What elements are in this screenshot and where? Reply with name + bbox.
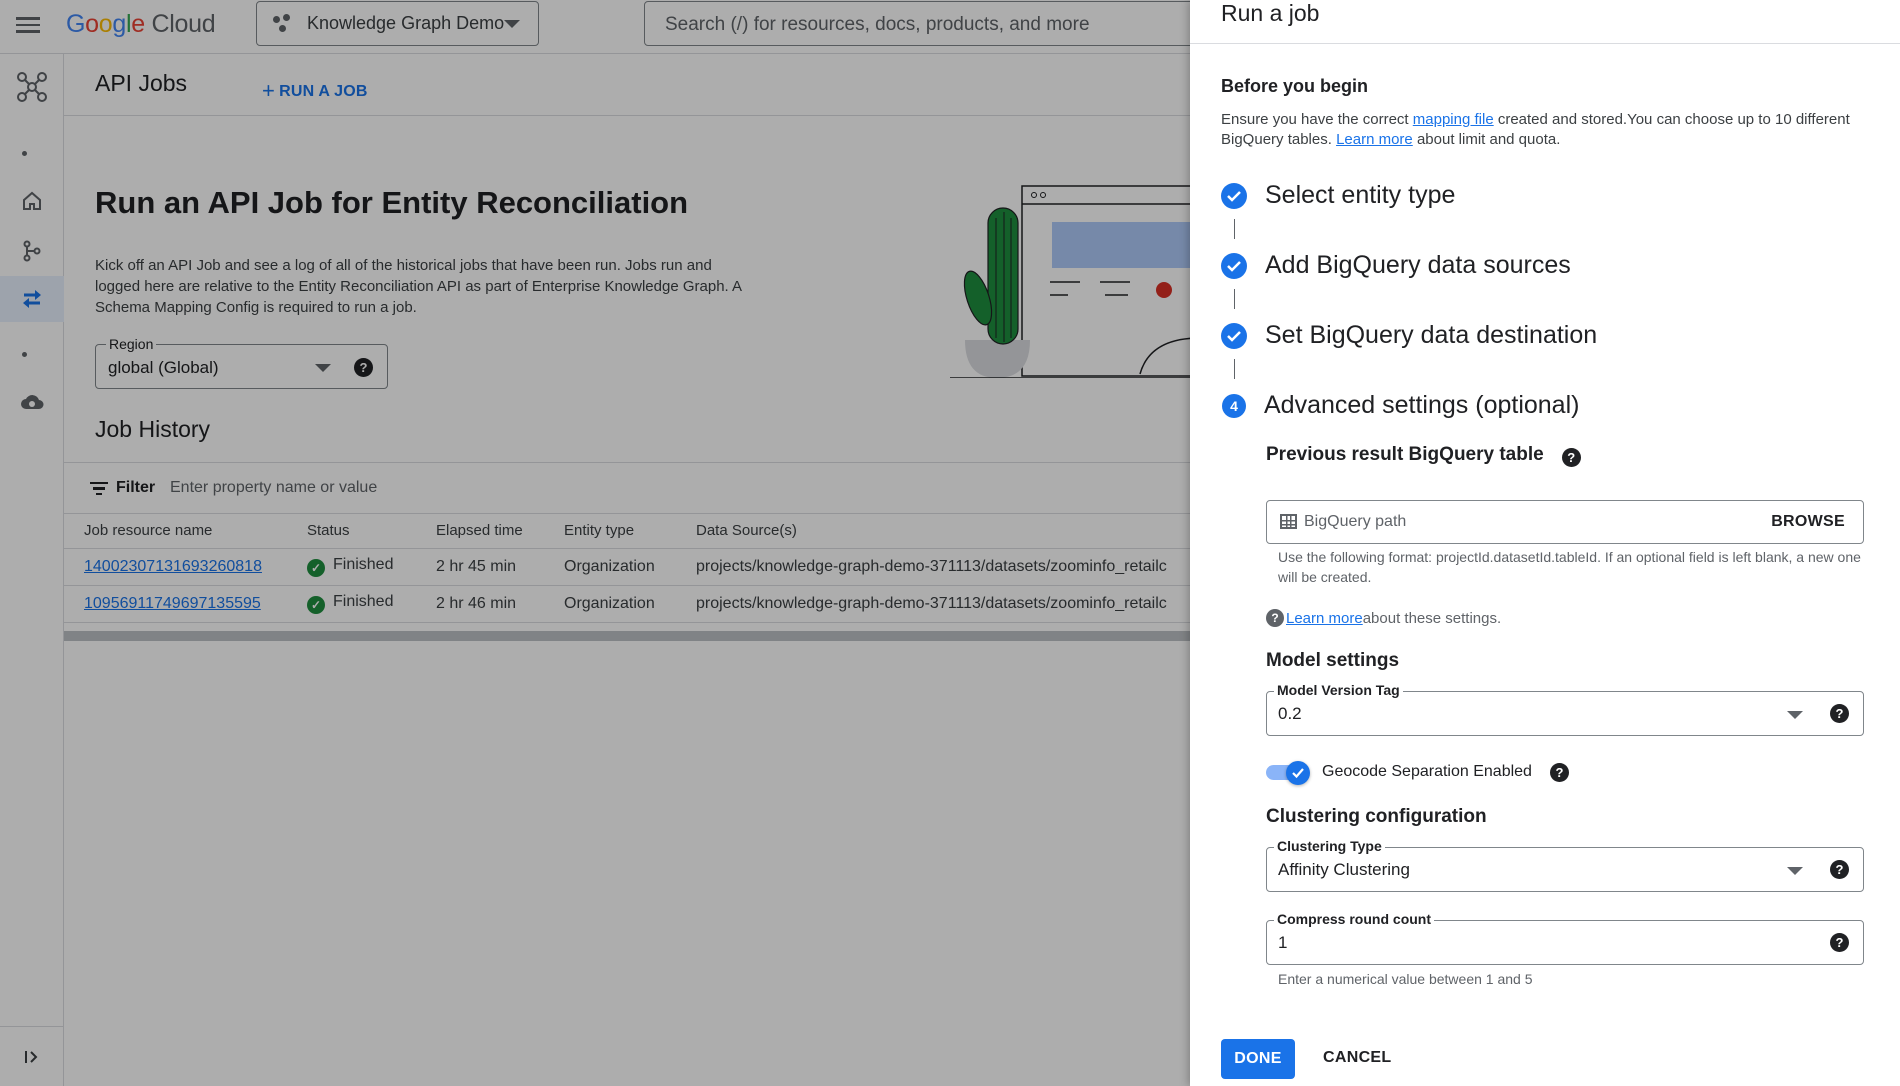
section-title-text: Previous result BigQuery table xyxy=(1266,444,1544,465)
step-advanced-settings[interactable]: 4 Advanced settings (optional) xyxy=(1221,391,1579,420)
bigquery-path-hint: Use the following format: projectId.data… xyxy=(1278,549,1861,585)
help-icon[interactable]: ? xyxy=(1549,762,1569,782)
text-fragment: Ensure you have the correct xyxy=(1221,111,1413,128)
chevron-down-icon xyxy=(1787,867,1803,875)
step-connector xyxy=(1234,359,1235,379)
cancel-button[interactable]: CANCEL xyxy=(1323,1049,1391,1067)
run-job-panel: Run a job Before you begin Ensure you ha… xyxy=(1190,0,1900,1086)
compress-round-value: 1 xyxy=(1278,933,1288,952)
clustering-type-select[interactable]: Clustering Type Affinity Clustering ? xyxy=(1266,838,1864,892)
compress-round-hint: Enter a numerical value between 1 and 5 xyxy=(1278,971,1533,987)
check-icon xyxy=(1286,761,1310,785)
check-circle-icon xyxy=(1221,322,1247,349)
panel-header: Run a job xyxy=(1190,0,1900,44)
text-fragment: about limit and quota. xyxy=(1412,131,1561,148)
learn-more-link[interactable]: Learn more xyxy=(1336,131,1413,148)
bigquery-path-placeholder: BigQuery path xyxy=(1304,513,1407,530)
before-you-begin-title: Before you begin xyxy=(1221,76,1369,96)
step-set-bigquery-destination[interactable]: Set BigQuery data destination xyxy=(1221,321,1597,350)
help-icon[interactable]: ? xyxy=(1561,448,1581,467)
compress-round-input[interactable]: Compress round count 1 ? xyxy=(1266,911,1864,965)
model-settings-title: Model settings xyxy=(1266,650,1400,671)
learn-more-line: ? Learn more about these settings. xyxy=(1266,609,1501,627)
geocode-toggle[interactable] xyxy=(1266,761,1310,785)
model-version-select[interactable]: Model Version Tag 0.2 ? xyxy=(1266,682,1864,736)
step-title: Add BigQuery data sources xyxy=(1265,251,1571,279)
step-select-entity-type[interactable]: Select entity type xyxy=(1221,181,1455,210)
help-icon[interactable]: ? xyxy=(1830,860,1849,879)
table-icon xyxy=(1280,514,1297,529)
help-icon[interactable]: ? xyxy=(1830,704,1849,723)
step-connector xyxy=(1234,219,1235,239)
clustering-type-label: Clustering Type xyxy=(1274,838,1385,854)
chevron-down-icon xyxy=(1787,711,1803,719)
model-version-label: Model Version Tag xyxy=(1274,682,1403,698)
previous-result-title: Previous result BigQuery table? xyxy=(1266,444,1581,467)
step-title: Set BigQuery data destination xyxy=(1265,321,1598,349)
done-button[interactable]: DONE xyxy=(1221,1039,1295,1079)
learn-more-link[interactable]: Learn more xyxy=(1286,610,1363,627)
panel-title: Run a job xyxy=(1221,0,1320,26)
step-title: Select entity type xyxy=(1265,181,1456,209)
text-fragment: about these settings. xyxy=(1362,609,1502,627)
help-icon[interactable]: ? xyxy=(1830,933,1849,952)
step-connector xyxy=(1234,289,1235,309)
clustering-type-value: Affinity Clustering xyxy=(1278,860,1410,879)
mapping-file-link[interactable]: mapping file xyxy=(1413,111,1494,128)
geocode-label: Geocode Separation Enabled xyxy=(1322,763,1532,780)
check-circle-icon xyxy=(1221,252,1247,279)
geocode-toggle-row: Geocode Separation Enabled ? xyxy=(1266,761,1569,785)
step-add-bigquery-sources[interactable]: Add BigQuery data sources xyxy=(1221,251,1571,280)
browse-button[interactable]: BROWSE xyxy=(1771,513,1845,531)
bigquery-path-input[interactable]: BigQuery path BROWSE xyxy=(1266,500,1864,544)
step-title: Advanced settings (optional) xyxy=(1264,391,1580,419)
compress-round-label: Compress round count xyxy=(1274,911,1435,927)
step-number-badge: 4 xyxy=(1222,393,1246,418)
model-version-value: 0.2 xyxy=(1278,704,1302,723)
check-circle-icon xyxy=(1221,182,1247,209)
before-you-begin-text: Ensure you have the correct mapping file… xyxy=(1221,110,1871,150)
clustering-title: Clustering configuration xyxy=(1266,806,1487,827)
help-icon: ? xyxy=(1266,609,1284,627)
